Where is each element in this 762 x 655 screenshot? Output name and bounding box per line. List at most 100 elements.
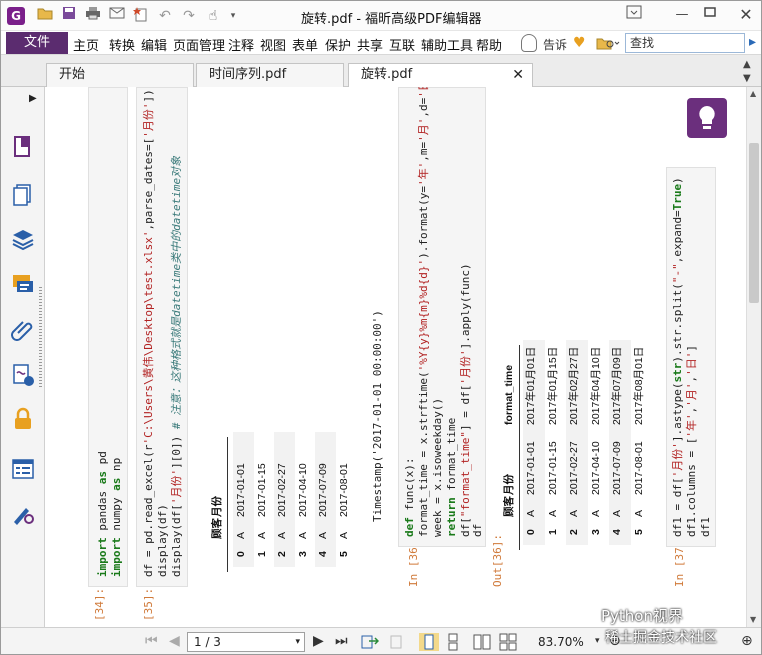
keyword: True [671,183,684,211]
close-button[interactable]: ✕ [735,5,757,25]
code-line: df["format_time"] = df['月份'].apply(func) [459,263,472,537]
menu-home[interactable]: 主页 [73,35,99,54]
menu-page-manage[interactable]: 页面管理 [173,35,225,54]
menu-convert[interactable]: 转换 [109,35,135,54]
menu-protect[interactable]: 保护 [325,35,351,54]
tab-rotate[interactable]: 旋转.pdf ✕ [348,63,533,88]
redo-icon[interactable]: ↷ [179,6,199,26]
comments-icon[interactable] [11,272,35,296]
customize-dropdown-icon[interactable]: ▾ [223,6,243,26]
email-icon[interactable] [107,6,127,26]
last-page-icon[interactable]: ⏭ [335,633,348,649]
ribbon-toggle-icon[interactable] [623,5,645,25]
hand-tool-icon[interactable]: ☝ [203,6,223,26]
menu-connect[interactable]: 互联 [389,35,415,54]
table-row-index: 3 [296,551,309,557]
search-go-icon[interactable]: ▸ [749,34,761,52]
page-number-input[interactable]: 1 / 3 ▾ [187,632,305,652]
file-menu-button[interactable]: 文件 [6,32,68,54]
table-header-cell: format_time [503,364,515,425]
tab-label: 开始 [59,67,86,82]
code-text: df1.columns = [ [685,437,698,537]
table-cell: 2017-01-15 [546,441,559,495]
menu-edit[interactable]: 编辑 [141,35,167,54]
table-cell: A [546,509,559,517]
table-row-index: 5 [632,529,645,535]
code-text: format_time = x.strftime( [417,371,430,537]
tell-me-label[interactable]: 告诉 [543,36,567,53]
tab-close-icon[interactable]: ✕ [512,64,524,86]
facing-view-icon[interactable] [473,633,491,654]
bookmark-icon[interactable] [11,135,35,159]
pages-thumbnail-icon[interactable] [11,183,35,207]
table-cell: A [632,509,645,517]
search-input[interactable]: 查找 [625,33,745,53]
code-text: ,expand= [671,210,684,264]
code-line: format_time = x.strftime('%Y{y}%m{m}%d{d… [417,87,430,537]
table-row-index: 0 [525,529,537,535]
keyword: import [96,537,109,577]
save-icon[interactable] [59,6,79,26]
table-header-divider [519,345,520,550]
previous-view-icon[interactable] [361,633,380,653]
menu-comment[interactable]: 注释 [228,35,254,54]
code-line: display(df) [156,504,169,577]
timestamp-output: Timestamp('2017-01-01 00:00:00') [371,310,384,522]
first-page-icon[interactable]: ⏮ [145,633,158,649]
menu-view[interactable]: 视图 [260,35,286,54]
table-row-index: 2 [568,529,580,535]
tab-start[interactable]: 开始 [46,63,194,87]
menu-help[interactable]: 帮助 [476,35,502,54]
tab-scroll-up-icon[interactable]: ▲ [743,59,751,70]
prev-page-icon[interactable]: ◀ [169,633,180,649]
vertical-scrollbar[interactable]: ▲ ▼ [746,87,761,627]
continuous-facing-icon[interactable] [499,633,517,654]
tips-bulb-button[interactable] [687,98,727,138]
tab-time-series[interactable]: 时间序列.pdf [196,63,344,87]
print-icon[interactable] [83,6,103,26]
certify-icon[interactable] [11,502,35,526]
keyword: def [403,517,416,537]
scroll-down-arrow-icon[interactable]: ▼ [750,615,756,624]
single-page-view-icon[interactable] [419,633,439,654]
scroll-up-arrow-icon[interactable]: ▲ [750,89,756,98]
menu-accessibility[interactable]: 辅助工具 [421,35,473,54]
continuous-view-icon[interactable] [445,633,461,654]
signature-icon[interactable] [11,363,35,387]
maximize-button[interactable] [699,5,721,25]
sidebar-resize-grip[interactable] [39,287,42,387]
page-dropdown-icon[interactable]: ▾ [295,633,300,651]
next-page-icon[interactable]: ▶ [313,633,324,649]
attachment-icon[interactable] [11,317,35,341]
tell-me-bulb-icon[interactable] [521,34,537,52]
zoom-level[interactable]: 83.70% [538,635,584,649]
zoom-dropdown-icon[interactable]: ▾ [595,636,600,646]
minimize-button[interactable]: — [671,5,693,25]
next-view-icon[interactable] [385,633,403,653]
find-folder-icon[interactable] [596,36,620,53]
new-star-icon[interactable] [131,6,151,26]
menu-form[interactable]: 表单 [292,35,318,54]
layers-icon[interactable] [11,227,35,251]
menu-share[interactable]: 共享 [357,35,383,54]
security-lock-icon[interactable] [11,407,35,431]
code-string: '月' [685,382,698,407]
tab-scroll-down-icon[interactable]: ▼ [743,73,751,84]
scrollbar-thumb[interactable] [749,143,759,303]
table-cell: 2017-02-27 [276,463,288,517]
title-bar: G ↶ ↷ ☝ ▾ 旋转.pdf - 福昕高级PDF编辑器 — ✕ [1,1,761,31]
zoom-in-icon[interactable]: ⊕ [741,633,753,649]
code-string: '月份' [459,349,472,385]
sidebar-expand-icon[interactable]: ▶ [29,93,37,104]
tab-label: 旋转.pdf [361,67,413,82]
code-line: df = pd.read_excel(r'C:\Users\黄伟\Desktop… [142,89,155,577]
table-cell: 2017-08-01 [632,441,645,495]
form-fields-icon[interactable] [11,457,35,481]
tab-bar: 开始 时间序列.pdf 旋转.pdf ✕ ▲ ▼ [1,55,761,88]
heart-icon[interactable]: ♥ [573,36,589,50]
code-text: ) [671,177,684,184]
table-cell: 2017年01月01日 [525,346,537,425]
undo-icon[interactable]: ↶ [155,6,175,26]
open-folder-icon[interactable] [35,6,55,26]
code-text: format_time [445,417,458,498]
